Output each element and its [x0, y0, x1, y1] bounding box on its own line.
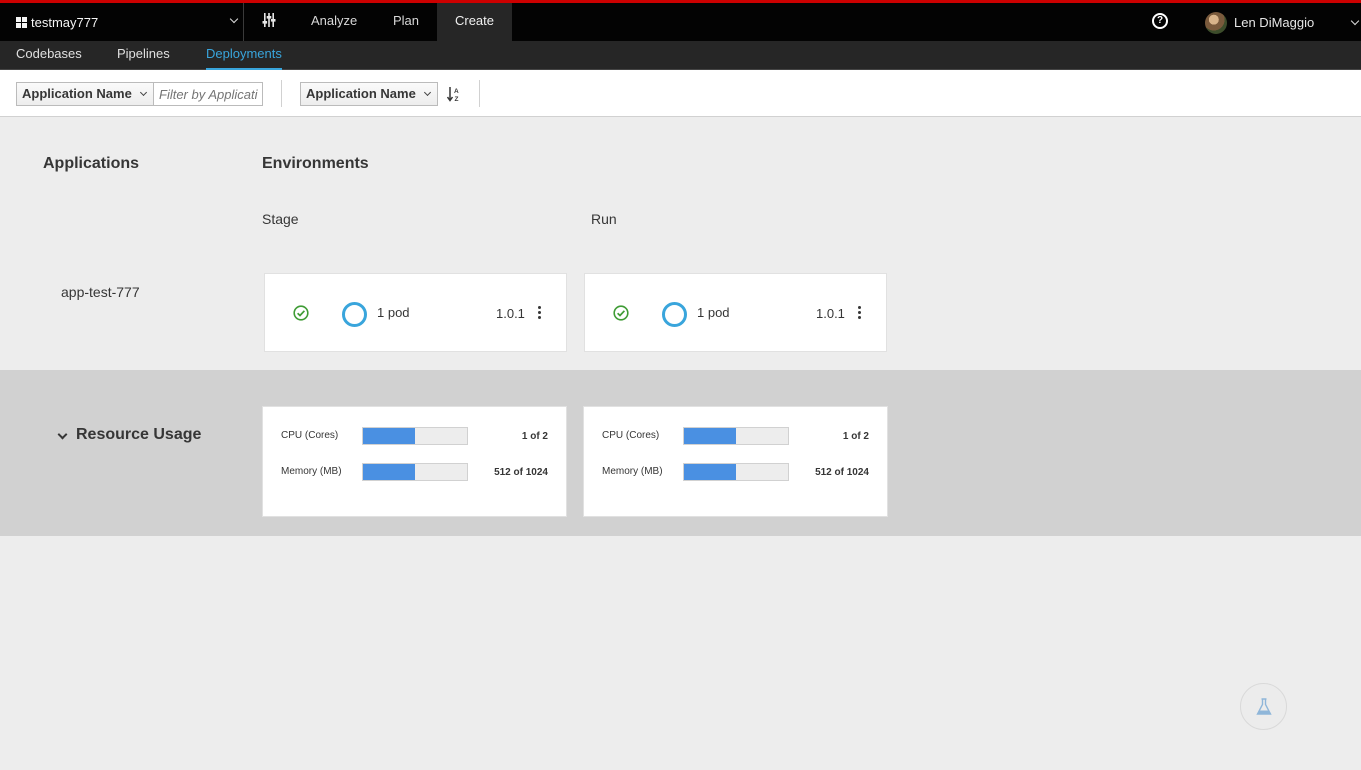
- cpu-label: CPU (Cores): [602, 430, 660, 441]
- nav-plan[interactable]: Plan: [377, 3, 435, 41]
- resource-card-run: CPU (Cores) 1 of 2 Memory (MB) 512 of 10…: [583, 406, 888, 517]
- toolbar-divider: [479, 80, 480, 107]
- sort-field-select[interactable]: Application Name: [300, 82, 438, 106]
- memory-label: Memory (MB): [602, 466, 663, 477]
- chevron-down-icon: [139, 88, 148, 97]
- avatar[interactable]: [1205, 12, 1227, 34]
- memory-value: 512 of 1024: [494, 467, 548, 478]
- sliders-icon[interactable]: [262, 13, 276, 27]
- filter-toolbar: Application Name Application Name A Z: [0, 70, 1361, 117]
- kebab-icon[interactable]: [538, 306, 542, 319]
- memory-label: Memory (MB): [281, 466, 342, 477]
- deployment-card-run: 1 pod 1.0.1: [584, 273, 887, 352]
- tab-codebases[interactable]: Codebases: [16, 41, 82, 70]
- top-navbar: testmay777 Analyze Plan Create ? Len DiM…: [0, 0, 1361, 41]
- applications-heading: Applications: [43, 155, 140, 172]
- kebab-icon[interactable]: [858, 306, 862, 319]
- filter-input[interactable]: [154, 82, 263, 106]
- sub-navbar: Codebases Pipelines Deployments: [0, 41, 1361, 70]
- filter-field-label: Application Name: [22, 86, 132, 101]
- pod-count: 1 pod: [697, 305, 730, 320]
- tab-deployments[interactable]: Deployments: [206, 41, 282, 70]
- user-name[interactable]: Len DiMaggio: [1234, 3, 1314, 41]
- filter-field-select[interactable]: Application Name: [16, 82, 154, 106]
- sort-field-label: Application Name: [306, 86, 416, 101]
- cpu-usage-bar: [362, 427, 468, 445]
- pod-donut[interactable]: [342, 302, 367, 327]
- pod-count: 1 pod: [377, 305, 410, 320]
- memory-value: 512 of 1024: [815, 467, 869, 478]
- feedback-button[interactable]: [1240, 683, 1287, 730]
- cpu-value: 1 of 2: [842, 431, 869, 442]
- nav-analyze[interactable]: Analyze: [295, 3, 373, 41]
- svg-text:Z: Z: [455, 96, 459, 102]
- environment-name-stage: Stage: [262, 211, 299, 227]
- version-label: 1.0.1: [496, 306, 525, 321]
- chevron-down-icon: [229, 14, 239, 24]
- grid-icon: [16, 16, 27, 28]
- resource-usage-toggle[interactable]: Resource Usage: [76, 426, 201, 444]
- resource-card-stage: CPU (Cores) 1 of 2 Memory (MB) 512 of 10…: [262, 406, 567, 517]
- memory-usage-bar: [362, 463, 468, 481]
- cpu-label: CPU (Cores): [281, 430, 339, 441]
- memory-usage-bar: [683, 463, 789, 481]
- flask-icon: [1256, 698, 1272, 715]
- cpu-usage-bar: [683, 427, 789, 445]
- toolbar-divider: [281, 80, 282, 107]
- chevron-down-icon[interactable]: [1350, 16, 1360, 26]
- application-name: app-test-777: [61, 284, 140, 300]
- tab-pipelines[interactable]: Pipelines: [117, 41, 170, 70]
- svg-text:A: A: [454, 88, 459, 95]
- check-circle-icon: [613, 305, 629, 321]
- deployment-card-stage: 1 pod 1.0.1: [264, 273, 567, 352]
- help-icon[interactable]: ?: [1152, 13, 1168, 29]
- space-selector[interactable]: testmay777: [0, 3, 244, 41]
- environments-heading: Environments: [262, 155, 369, 172]
- sort-alpha-icon[interactable]: A Z: [447, 86, 461, 102]
- space-name: testmay777: [31, 14, 99, 30]
- pod-donut[interactable]: [662, 302, 687, 327]
- nav-create[interactable]: Create: [437, 3, 512, 41]
- chevron-down-icon: [423, 88, 432, 97]
- check-circle-icon: [293, 305, 309, 321]
- version-label: 1.0.1: [816, 306, 845, 321]
- environment-name-run: Run: [591, 211, 617, 227]
- cpu-value: 1 of 2: [521, 431, 548, 442]
